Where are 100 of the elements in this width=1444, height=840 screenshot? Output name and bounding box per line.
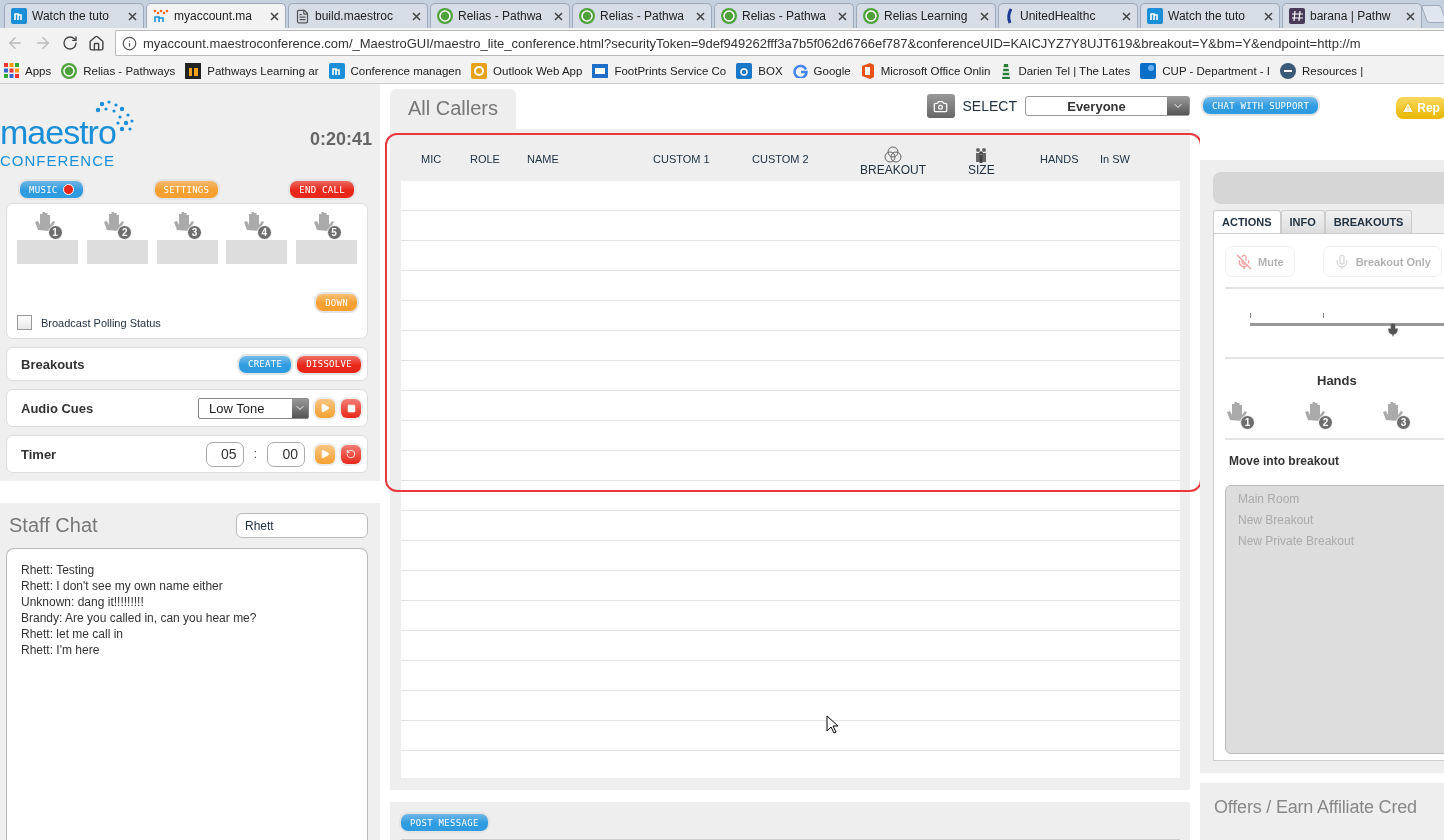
camera-button[interactable] bbox=[926, 94, 955, 118]
tab-title: build.maestroc bbox=[315, 9, 395, 23]
minutes-field[interactable]: 05 bbox=[205, 441, 244, 467]
favicon-icon bbox=[1000, 62, 1013, 79]
hand-number: 2 bbox=[117, 225, 133, 240]
close-icon[interactable] bbox=[128, 11, 137, 21]
info-icon bbox=[122, 35, 137, 51]
browser-tab[interactable]: Watch the tuto bbox=[4, 3, 144, 28]
bookmark[interactable]: Apps bbox=[4, 63, 52, 78]
panel-tab[interactable]: INFO bbox=[1280, 210, 1325, 233]
browser-tab[interactable]: build.maestroc bbox=[288, 3, 428, 28]
browser-tab[interactable]: barana | Pathw bbox=[1282, 3, 1422, 28]
favicon-icon bbox=[11, 8, 27, 24]
browser-tab[interactable]: UnitedHealthc bbox=[998, 3, 1138, 28]
bookmark[interactable]: Pathways Learning ar bbox=[185, 62, 319, 79]
chat-message: Rhett: I don't see my own name either bbox=[21, 579, 224, 593]
bookmark[interactable]: Darien Tel | The Lates bbox=[1000, 62, 1131, 79]
maestro-logo: maestro CONFERENCE bbox=[0, 98, 145, 170]
close-icon[interactable] bbox=[412, 11, 421, 21]
favicon-icon bbox=[863, 8, 879, 24]
mic-off-icon bbox=[1236, 253, 1252, 270]
favicon-icon bbox=[1147, 8, 1163, 24]
close-icon[interactable] bbox=[270, 11, 279, 21]
favicon-icon bbox=[153, 8, 169, 24]
bookmark[interactable]: Relias - Pathways bbox=[61, 62, 176, 79]
column-header[interactable]: SIZE bbox=[968, 162, 995, 177]
column-header[interactable]: HANDS bbox=[1040, 152, 1079, 165]
address-bar[interactable]: myaccount.maestroconference.com/_MaestroGUI/maestro_lite_conference.html?securityToken=9def949262fff3a7b5f062d6766ef787&conferenceUID=KAICJYZ7Y8UJT619&breakout=Y&bm=Y&endpoint=http://m bbox=[115, 30, 1444, 56]
home-icon[interactable] bbox=[88, 34, 105, 52]
bookmark-label: Outlook Web App bbox=[493, 64, 583, 77]
seconds-field[interactable]: 00 bbox=[267, 441, 305, 467]
bookmark-label: Resources | bbox=[1302, 64, 1364, 77]
bookmark[interactable]: Resources | bbox=[1280, 62, 1364, 79]
checkbox[interactable] bbox=[17, 315, 32, 330]
hand-number: 3 bbox=[1396, 415, 1411, 430]
column-header[interactable]: CUSTOM 1 bbox=[653, 152, 710, 165]
browser-tab[interactable]: Relias - Pathwa bbox=[714, 3, 854, 28]
close-icon[interactable] bbox=[838, 11, 847, 21]
column-header[interactable]: BREAKOUT bbox=[860, 163, 926, 177]
browser-tab[interactable]: Watch the tuto bbox=[1140, 3, 1280, 28]
reset-button[interactable] bbox=[341, 444, 361, 464]
bookmark[interactable]: Microsoft Office Onlin bbox=[860, 62, 991, 79]
favicon-icon bbox=[721, 8, 737, 24]
browser-tab[interactable]: Relias - Pathwa bbox=[572, 3, 712, 28]
hand-slot bbox=[17, 240, 78, 264]
chat-message: Unknown: dang it!!!!!!!!! bbox=[21, 595, 145, 609]
bookmark[interactable]: Conference managen bbox=[328, 62, 462, 79]
hand-slot bbox=[296, 240, 357, 264]
favicon-icon bbox=[1005, 8, 1015, 24]
bookmark[interactable]: Outlook Web App bbox=[471, 62, 583, 79]
stop-button[interactable] bbox=[341, 398, 361, 418]
column-header[interactable]: ROLE bbox=[470, 152, 500, 165]
play-icon bbox=[320, 403, 330, 413]
offers-title: Offers / Earn Affiliate Cred bbox=[1214, 797, 1417, 817]
browser-tab[interactable]: Relias - Pathwa bbox=[430, 3, 570, 28]
close-icon[interactable] bbox=[554, 11, 563, 21]
reload-icon[interactable] bbox=[62, 35, 78, 51]
caller-filter-dropdown[interactable]: Everyone bbox=[1025, 96, 1190, 116]
cursor-icon bbox=[826, 714, 838, 734]
chat-message: Brandy: Are you called in, can you hear me? bbox=[21, 611, 258, 625]
close-icon[interactable] bbox=[1122, 11, 1131, 21]
chat-message: Rhett: I'm here bbox=[21, 643, 101, 657]
hand-number: 1 bbox=[47, 225, 63, 240]
bookmark-label: Apps bbox=[25, 64, 52, 77]
panel-tab[interactable]: BREAKOUTS bbox=[1324, 210, 1413, 233]
tab-title: UnitedHealthc bbox=[1020, 9, 1097, 23]
bookmark[interactable]: FootPrints Service Co bbox=[592, 63, 727, 78]
favicon-icon bbox=[736, 62, 753, 79]
toolbar-button[interactable]: END CALL bbox=[290, 181, 354, 198]
all-callers-tab[interactable]: All Callers bbox=[390, 88, 517, 129]
checkbox-label: Broadcast Polling Status bbox=[41, 316, 161, 329]
move-title: Move into breakout bbox=[1229, 454, 1340, 468]
column-header[interactable]: NAME bbox=[527, 152, 559, 165]
favicon-icon bbox=[295, 8, 310, 24]
staff-chat-title: Staff Chat bbox=[9, 514, 98, 537]
close-icon[interactable] bbox=[696, 11, 705, 21]
favicon-icon bbox=[592, 63, 609, 78]
tone-dropdown[interactable]: Low Tone bbox=[198, 397, 309, 419]
column-header[interactable]: In SW bbox=[1100, 152, 1130, 165]
browser-tab[interactable]: Relias Learning bbox=[856, 3, 996, 28]
panel-label: Timer bbox=[21, 446, 58, 462]
bookmark-label: FootPrints Service Co bbox=[614, 64, 727, 77]
close-icon[interactable] bbox=[1406, 11, 1415, 21]
favicon-icon bbox=[185, 62, 202, 79]
close-icon[interactable] bbox=[980, 11, 989, 21]
bookmark-label: Conference managen bbox=[350, 64, 462, 77]
breakout-button[interactable]: DISSOLVE bbox=[297, 355, 361, 373]
column-header[interactable]: MIC bbox=[421, 152, 442, 165]
bookmark[interactable]: Google bbox=[792, 63, 851, 78]
column-header[interactable]: CUSTOM 2 bbox=[752, 152, 809, 165]
browser-tab[interactable]: myaccount.ma bbox=[146, 3, 286, 28]
bookmark[interactable]: BOX bbox=[736, 62, 783, 79]
close-icon[interactable] bbox=[1264, 11, 1273, 21]
bookmark[interactable]: CUP - Department - I bbox=[1140, 62, 1271, 79]
tab-title: Watch the tuto bbox=[1168, 9, 1246, 23]
favicon-icon bbox=[471, 62, 488, 79]
panel-tab[interactable]: ACTIONS bbox=[1213, 210, 1281, 233]
hand-slot bbox=[226, 240, 288, 264]
hand-number: 1 bbox=[1240, 415, 1255, 430]
name-field[interactable]: Rhett bbox=[236, 513, 368, 538]
